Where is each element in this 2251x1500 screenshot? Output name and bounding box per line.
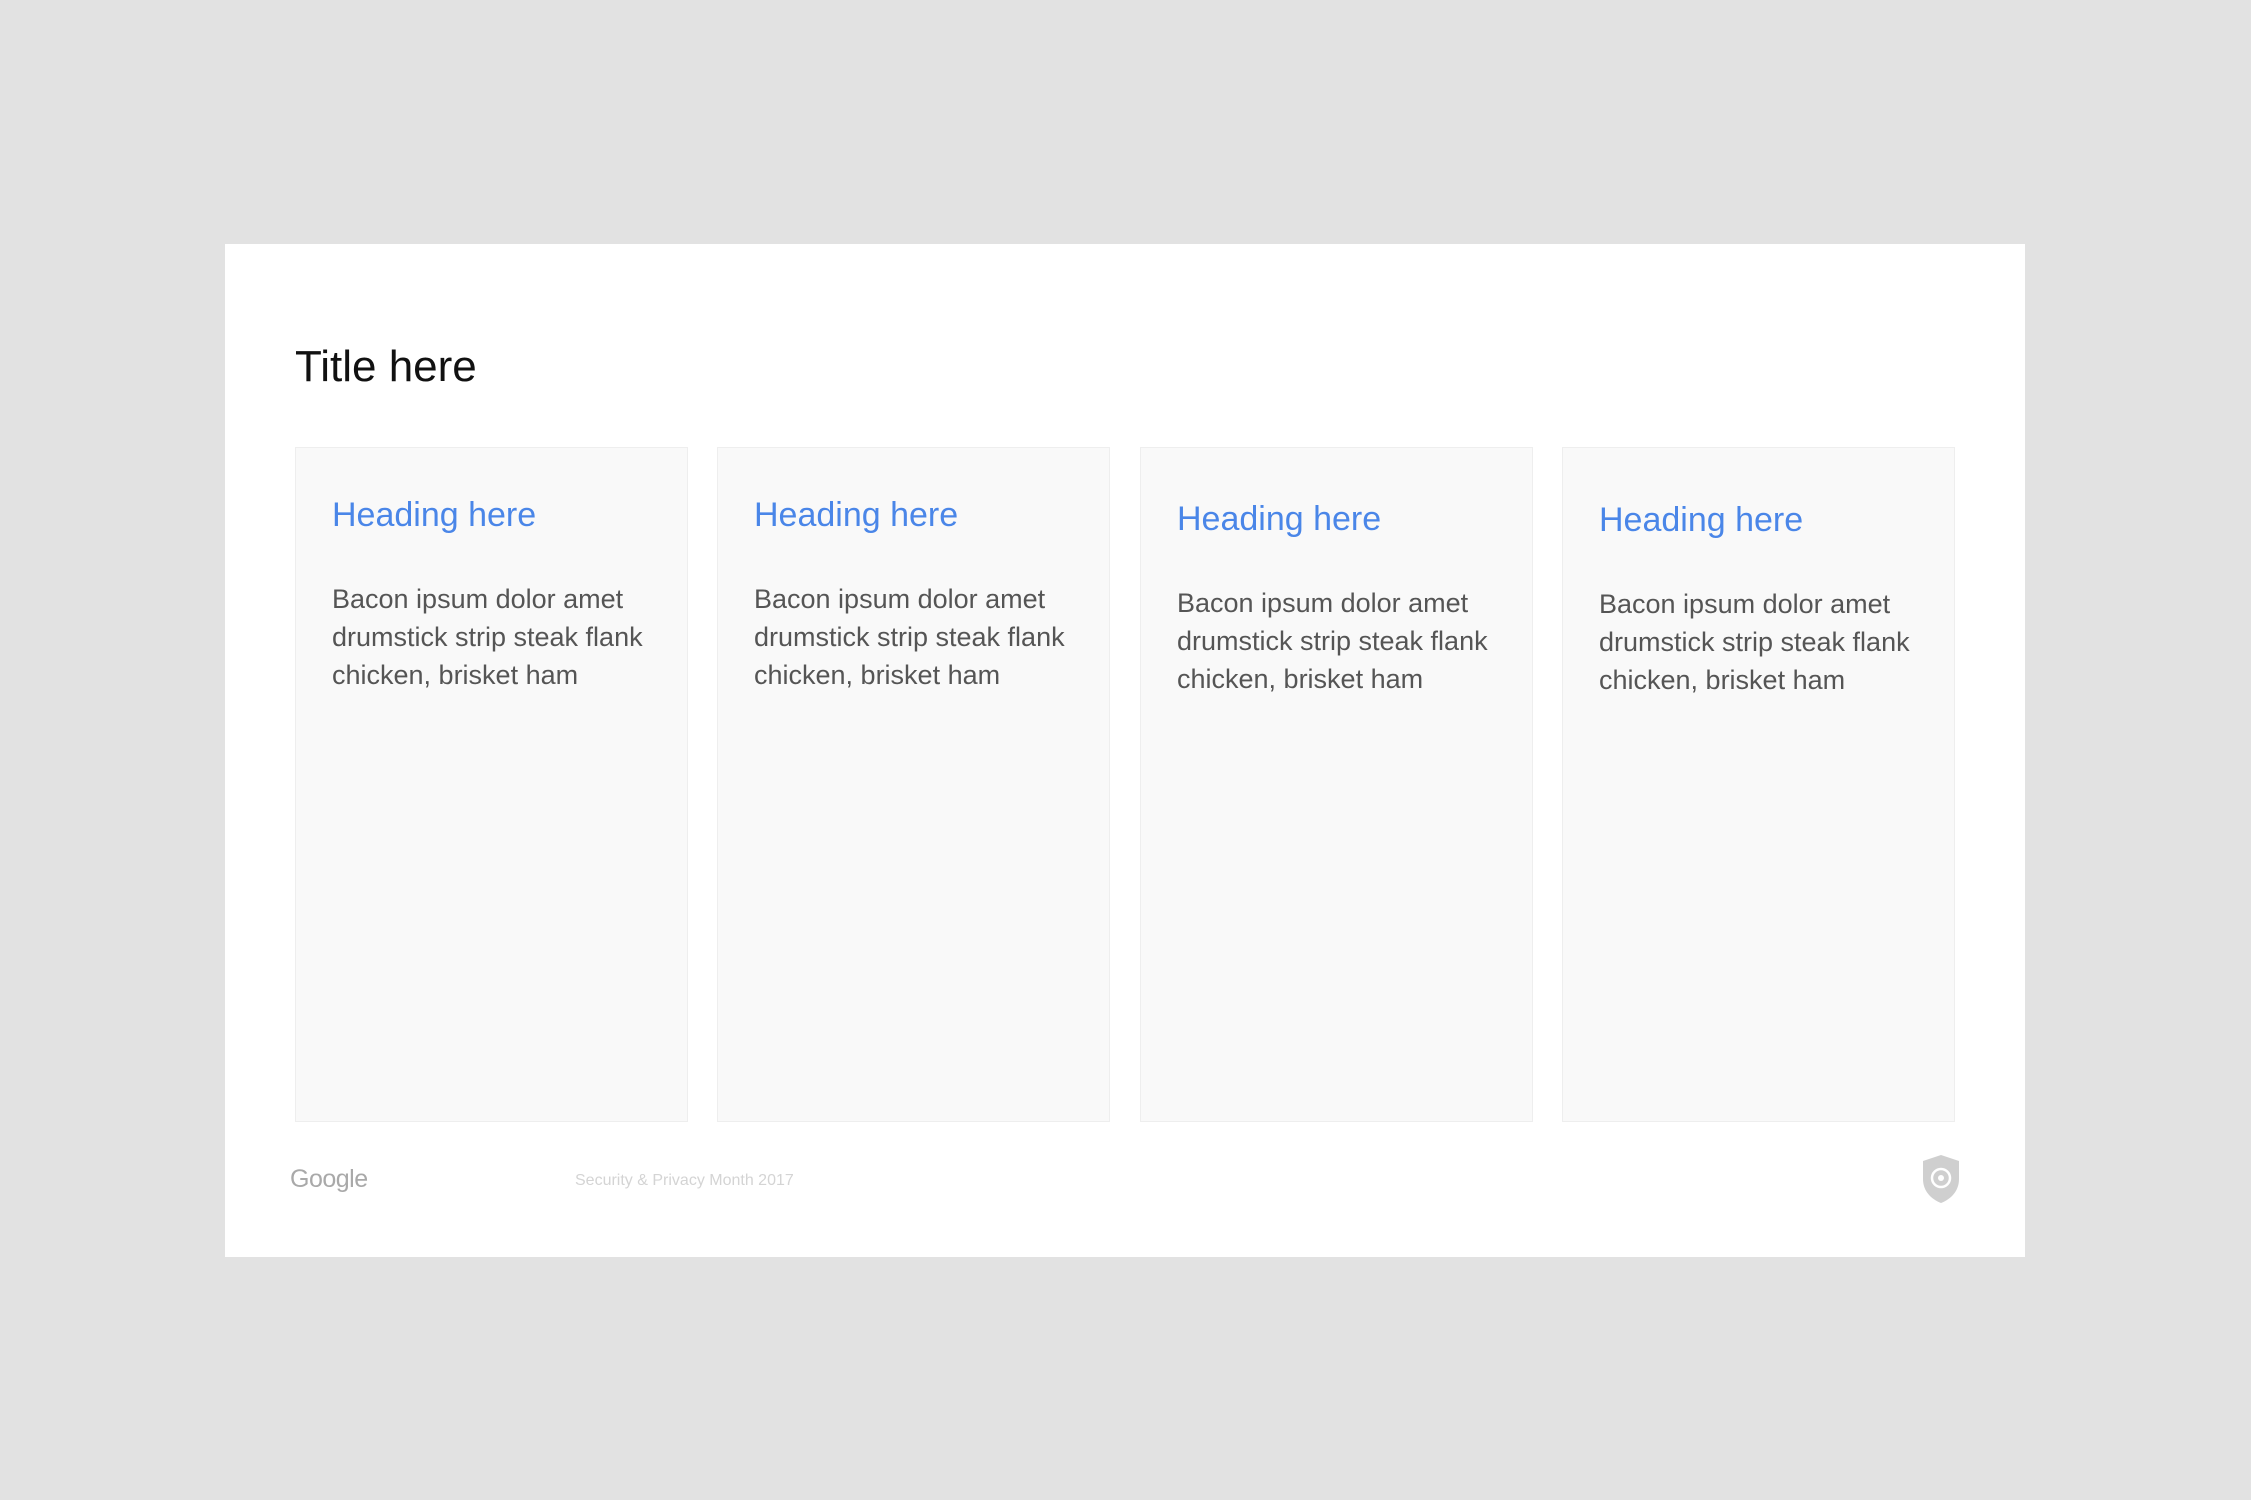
card-heading: Heading here (1177, 500, 1382, 538)
content-card-1: Heading here Bacon ipsum dolor amet drum… (295, 447, 688, 1122)
google-logo: Google (290, 1165, 368, 1193)
slide: Title here Heading here Bacon ipsum dolo… (225, 244, 2025, 1257)
card-body: Bacon ipsum dolor amet drumstick strip s… (1177, 588, 1488, 694)
card-body: Bacon ipsum dolor amet drumstick strip s… (332, 584, 643, 690)
card-body: Bacon ipsum dolor amet drumstick strip s… (754, 584, 1065, 690)
card-heading: Heading here (754, 496, 959, 534)
shield-icon (1923, 1155, 1959, 1203)
card-heading: Heading here (332, 496, 537, 534)
card-heading: Heading here (1599, 501, 1804, 539)
content-card-3: Heading here Bacon ipsum dolor amet drum… (1140, 447, 1533, 1122)
slide-title: Title here (295, 342, 477, 391)
content-card-4: Heading here Bacon ipsum dolor amet drum… (1562, 447, 1955, 1122)
footer-event-text: Security & Privacy Month 2017 (575, 1172, 794, 1189)
content-card-2: Heading here Bacon ipsum dolor amet drum… (717, 447, 1110, 1122)
card-body: Bacon ipsum dolor amet drumstick strip s… (1599, 589, 1910, 695)
